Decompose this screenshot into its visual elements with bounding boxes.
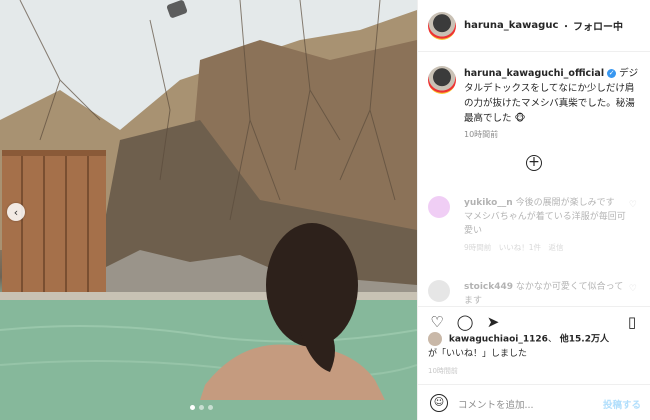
comment-icon[interactable]: ◯ (456, 313, 474, 331)
comment-body: 今後の展開が楽しみです (515, 198, 615, 208)
header-username[interactable]: haruna_kawaguchi_of (464, 20, 559, 31)
comment-text: yukiko__n 今後の展開が楽しみです マメシバちゃんが着ている洋服が毎回可… (464, 196, 629, 255)
caption-text-block: haruna_kawaguchi_official ✓ デジタルデトックスをして… (464, 66, 643, 126)
comment-meta: 9時間前 いいね！1件 返信 (464, 243, 564, 252)
follow-status-button[interactable]: フォロー中 (573, 18, 623, 33)
verified-icon: ✓ (607, 69, 617, 78)
liker-username[interactable]: kawaguchiaoi_1126 (449, 335, 548, 345)
plus-circle-icon[interactable]: + (526, 155, 542, 171)
emoji-icon[interactable]: ☺ (430, 394, 448, 412)
post-time: 10時間前 (428, 367, 458, 375)
post-header: haruna_kawaguchi_of ・ フォロー中 (418, 0, 650, 52)
heart-icon[interactable]: ♡ (629, 284, 637, 294)
caption-username[interactable]: haruna_kawaguchi_official (464, 68, 604, 79)
avatar[interactable] (428, 11, 456, 40)
carousel-dots (190, 405, 213, 410)
separator-dot: ・ (561, 22, 571, 33)
share-icon[interactable]: ➤ (484, 313, 502, 331)
likes-suffix: が「いいね！」しました (428, 348, 528, 359)
caption: haruna_kawaguchi_official ✓ デジタルデトックスをして… (428, 66, 643, 126)
chevron-left-icon[interactable]: ‹ (7, 203, 25, 221)
caption-time: 10時間前 (464, 130, 499, 139)
hot-spring-scene (0, 0, 417, 420)
add-comment-input[interactable]: コメントを追加... (458, 397, 534, 411)
instagram-post-modal: ‹ haruna_kawaguchi_of ・ フォロー中 haruna_kaw… (0, 0, 650, 420)
save-icon[interactable]: ▯ (623, 313, 641, 331)
comment-avatar[interactable] (428, 280, 450, 302)
add-comment-bar: ☺ コメントを追加... 投稿する (418, 384, 650, 420)
comment-username[interactable]: stoick449 (464, 282, 513, 292)
caption-avatar[interactable] (428, 66, 456, 94)
likes-summary: kawaguchiaoi_1126、 他15.2万人 が「いいね！」しました (428, 332, 643, 361)
heart-icon[interactable]: ♡ (428, 313, 446, 331)
monkey-emoji-icon: 🐵 (514, 113, 526, 124)
heart-icon[interactable]: ♡ (629, 200, 637, 210)
post-photo[interactable]: ‹ (0, 0, 417, 420)
comment-username[interactable]: yukiko__n (464, 198, 513, 208)
comment-body-2: マメシバちゃんが着ている洋服が毎回可愛い (464, 212, 626, 236)
comment-text: stoick449 なかなか可愛くて似合ってます (464, 280, 629, 308)
post-side-panel: haruna_kawaguchi_of ・ フォロー中 haruna_kawag… (417, 0, 650, 420)
likes-others[interactable]: 他15.2万人 (560, 335, 609, 345)
action-bar: ♡ ◯ ➤ ▯ (418, 306, 650, 334)
comment-avatar[interactable] (428, 196, 450, 218)
liker-avatar[interactable] (428, 332, 442, 346)
post-button[interactable]: 投稿する (603, 397, 641, 411)
